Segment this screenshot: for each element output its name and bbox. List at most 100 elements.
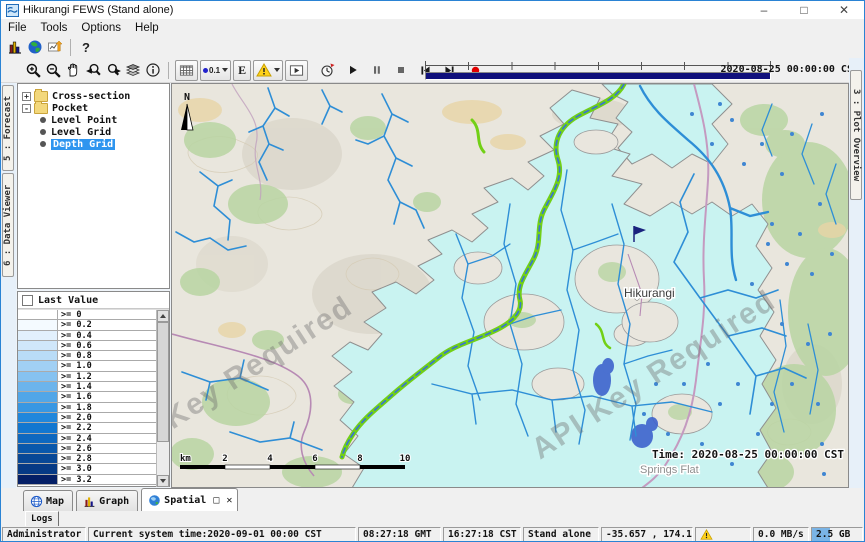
scroll-down-icon[interactable] <box>157 475 169 487</box>
tree-item-level-grid[interactable]: Level Grid <box>18 126 169 138</box>
expand-icon[interactable]: + <box>22 92 31 101</box>
status-warning-cell[interactable] <box>695 527 751 542</box>
menu-tools[interactable]: Tools <box>34 21 75 35</box>
layers-icon[interactable] <box>123 60 143 80</box>
legend-scrollbar[interactable] <box>156 310 169 487</box>
legend-color-swatch <box>18 372 58 382</box>
database-viewer-icon[interactable] <box>5 37 25 57</box>
legend-color-swatch <box>18 423 58 433</box>
grid-display-button[interactable] <box>175 60 198 81</box>
editor-label: E <box>236 63 248 78</box>
legend-row-label: >= 1.8 <box>58 403 169 413</box>
pan-hand-icon[interactable] <box>63 60 83 80</box>
status-transfer-rate: 0.0 MB/s <box>753 527 809 542</box>
movie-player-button[interactable] <box>285 60 308 81</box>
menu-file[interactable]: File <box>1 21 34 35</box>
tab-map[interactable]: Map <box>23 490 73 511</box>
legend-color-swatch <box>18 475 58 485</box>
legend-row-label: >= 1.0 <box>58 361 169 371</box>
town-label: Hikurangi <box>624 286 675 300</box>
legend-color-swatch <box>18 464 58 474</box>
collapse-icon[interactable]: - <box>22 104 31 113</box>
legend-row-label: >= 2.2 <box>58 423 169 433</box>
scale-tick-label: 10 <box>400 454 411 464</box>
tab-graph[interactable]: Graph <box>76 490 138 511</box>
tree-item-label: Cross-section <box>52 91 130 102</box>
legend-row-label: >= 1.2 <box>58 372 169 382</box>
tree-item-depth-grid[interactable]: Depth Grid <box>18 138 169 150</box>
legend-color-swatch <box>18 454 58 464</box>
legend-row-label: >= 0.2 <box>58 320 169 330</box>
place-label: Springs Flat <box>640 464 699 476</box>
legend-row: >= 3.2 <box>18 475 169 485</box>
play-icon[interactable] <box>343 60 363 80</box>
menu-bar: File Tools Options Help <box>1 19 864 36</box>
timeline-range-bar[interactable] <box>425 72 771 80</box>
logs-button[interactable]: Logs <box>25 511 59 527</box>
node-bullet-icon <box>40 129 46 135</box>
legend-color-swatch <box>18 444 58 454</box>
point-size-button[interactable]: 0.1 <box>200 60 231 81</box>
legend-row: >= 1.4 <box>18 382 169 392</box>
legend-row: >= 1.2 <box>18 372 169 382</box>
stop-icon[interactable] <box>391 60 411 80</box>
legend-row-label: >= 1.6 <box>58 392 169 402</box>
tab-data-viewer[interactable]: 6 : Data Viewer <box>2 173 14 277</box>
chevron-down-icon <box>274 68 280 72</box>
legend-color-swatch <box>18 331 58 341</box>
menu-options[interactable]: Options <box>74 21 128 35</box>
timeline-slider[interactable] <box>425 61 771 80</box>
info-icon[interactable] <box>143 60 163 80</box>
tab-graph-label: Graph <box>99 496 129 507</box>
scrollbar-thumb[interactable] <box>157 322 169 442</box>
window-title: Hikurangi FEWS (Stand alone) <box>23 4 173 16</box>
globe-icon[interactable] <box>25 37 45 57</box>
legend-row: >= 2.8 <box>18 454 169 464</box>
spatial-display-icon[interactable] <box>45 37 65 57</box>
last-value-checkbox[interactable] <box>22 295 33 306</box>
legend-row: >= 2.4 <box>18 434 169 444</box>
minimize-button[interactable]: – <box>744 1 784 19</box>
tab-maximize-icon[interactable]: □ <box>213 495 219 506</box>
pause-icon[interactable] <box>367 60 387 80</box>
status-coordinates: -35.657 , 174.199 <box>601 527 693 542</box>
application-window: Hikurangi FEWS (Stand alone) – □ ✕ File … <box>0 0 865 542</box>
right-tab-strip: 3 : Plot Overview <box>849 58 865 488</box>
menu-help[interactable]: Help <box>128 21 166 35</box>
tree-item-label: Pocket <box>52 103 88 114</box>
zoom-next-icon[interactable] <box>103 60 123 80</box>
legend-row-label: >= 0.4 <box>58 331 169 341</box>
scale-tick-label: 8 <box>357 454 362 464</box>
north-label: N <box>184 92 190 103</box>
zoom-previous-icon[interactable] <box>83 60 103 80</box>
warning-icon <box>700 529 713 540</box>
tree-item-pocket[interactable]: - Pocket <box>18 102 169 114</box>
timeline-track[interactable] <box>425 61 771 71</box>
tab-forecast[interactable]: 5 : Forecast <box>2 85 14 171</box>
title-bar: Hikurangi FEWS (Stand alone) – □ ✕ <box>1 1 864 19</box>
main-area: 5 : Forecast 6 : Data Viewer + Cross-sec… <box>1 83 865 488</box>
scale-tick-label: 6 <box>312 454 317 464</box>
legend-row: >= 0 <box>18 310 169 320</box>
maximize-button[interactable]: □ <box>784 1 824 19</box>
close-button[interactable]: ✕ <box>824 1 864 19</box>
legend-color-swatch <box>18 341 58 351</box>
animation-settings-icon[interactable] <box>317 60 337 80</box>
legend-row-label: >= 3.2 <box>58 475 169 485</box>
tree-item-level-point[interactable]: Level Point <box>18 114 169 126</box>
legend-row: >= 1.6 <box>18 392 169 402</box>
legend-row: >= 0.8 <box>18 351 169 361</box>
tab-close-icon[interactable]: ✕ <box>226 495 232 506</box>
tab-plot-overview[interactable]: 3 : Plot Overview <box>850 70 862 200</box>
spatial-globe-icon <box>148 494 161 507</box>
map-canvas[interactable]: API Key Required API Key Required Hikura… <box>171 83 849 488</box>
warnings-button[interactable] <box>253 60 283 81</box>
editor-button[interactable]: E <box>233 60 251 81</box>
zoom-in-icon[interactable] <box>23 60 43 80</box>
help-button[interactable]: ? <box>76 37 96 57</box>
zoom-out-icon[interactable] <box>43 60 63 80</box>
legend-color-swatch <box>18 403 58 413</box>
legend-row-label: >= 2.0 <box>58 413 169 423</box>
scroll-up-icon[interactable] <box>157 310 169 322</box>
tab-spatial[interactable]: Spatial □ ✕ <box>141 488 238 511</box>
